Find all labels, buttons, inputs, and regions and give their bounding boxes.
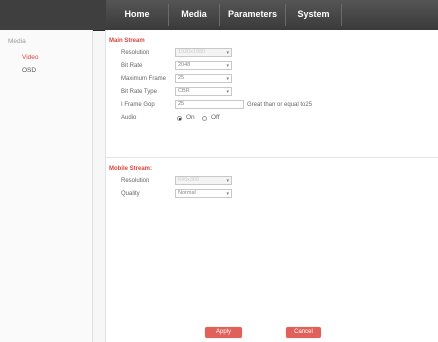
quality-value: Normal: [178, 190, 196, 196]
bit-rate-label: Bit Rate: [121, 63, 143, 69]
chevron-down-icon: ▾: [226, 50, 229, 56]
quality-select[interactable]: Normal ▾: [175, 189, 232, 198]
main-resolution-value: 1920x1080: [178, 49, 206, 55]
max-frame-label: Maximum Frame: [121, 76, 167, 82]
cancel-button[interactable]: Cancel: [286, 327, 321, 338]
chevron-down-icon: ▾: [226, 76, 229, 82]
main-stream-title: Main Stream: [109, 38, 145, 44]
main-nav: Home Media Parameters System: [106, 0, 438, 30]
video-settings-panel: Main Stream Resolution 1920x1080 ▾ Bit R…: [105, 30, 438, 342]
mobile-resolution-value: 640x360: [178, 177, 200, 183]
max-frame-value: 25: [178, 75, 185, 81]
chevron-down-icon: ▾: [226, 63, 229, 69]
main-resolution-select: 1920x1080 ▾: [175, 48, 232, 57]
mobile-resolution-select: 640x360 ▾: [175, 176, 232, 185]
mobile-resolution-label: Resolution: [121, 178, 150, 184]
sidebar: Media Video OSD: [0, 30, 93, 342]
nav-home[interactable]: Home: [106, 0, 168, 30]
sidebar-item-video[interactable]: Video: [22, 54, 39, 61]
iframe-gop-label: I Frame Gop: [121, 102, 155, 108]
iframe-gop-value: 25: [178, 101, 185, 107]
audio-off-label: Off: [211, 114, 220, 121]
quality-label: Quality: [121, 191, 140, 197]
resolution-label: Resolution: [121, 50, 150, 56]
iframe-gop-input[interactable]: 25: [175, 100, 244, 109]
nav-divider: [341, 4, 342, 26]
max-frame-select[interactable]: 25 ▾: [175, 74, 232, 83]
sidebar-item-osd[interactable]: OSD: [22, 67, 36, 74]
mobile-stream-title: Mobile Stream:: [109, 166, 153, 172]
iframe-gop-hint: Great than or equal to25: [247, 102, 313, 108]
nav-media[interactable]: Media: [169, 0, 219, 30]
audio-on-label: On: [186, 114, 195, 121]
chevron-down-icon: ▾: [226, 89, 229, 95]
bit-rate-type-label: Bit Rate Type: [121, 89, 157, 95]
nav-parameters[interactable]: Parameters: [220, 0, 285, 30]
nav-system[interactable]: System: [286, 0, 341, 30]
top-bar: Home Media Parameters System: [0, 0, 438, 31]
audio-off-radio[interactable]: [202, 116, 207, 121]
bit-rate-type-value: CBR: [178, 88, 190, 94]
sidebar-title: Media: [8, 38, 26, 45]
chevron-down-icon: ▾: [226, 191, 229, 197]
chevron-down-icon: ▾: [226, 178, 229, 184]
apply-button[interactable]: Apply: [205, 327, 242, 338]
section-divider: [106, 157, 438, 158]
audio-label: Audio: [121, 115, 137, 121]
bit-rate-select[interactable]: 2048 ▾: [175, 61, 232, 70]
audio-on-radio[interactable]: [177, 116, 182, 121]
bit-rate-value: 2048: [178, 62, 191, 68]
bit-rate-type-select[interactable]: CBR ▾: [175, 87, 232, 96]
